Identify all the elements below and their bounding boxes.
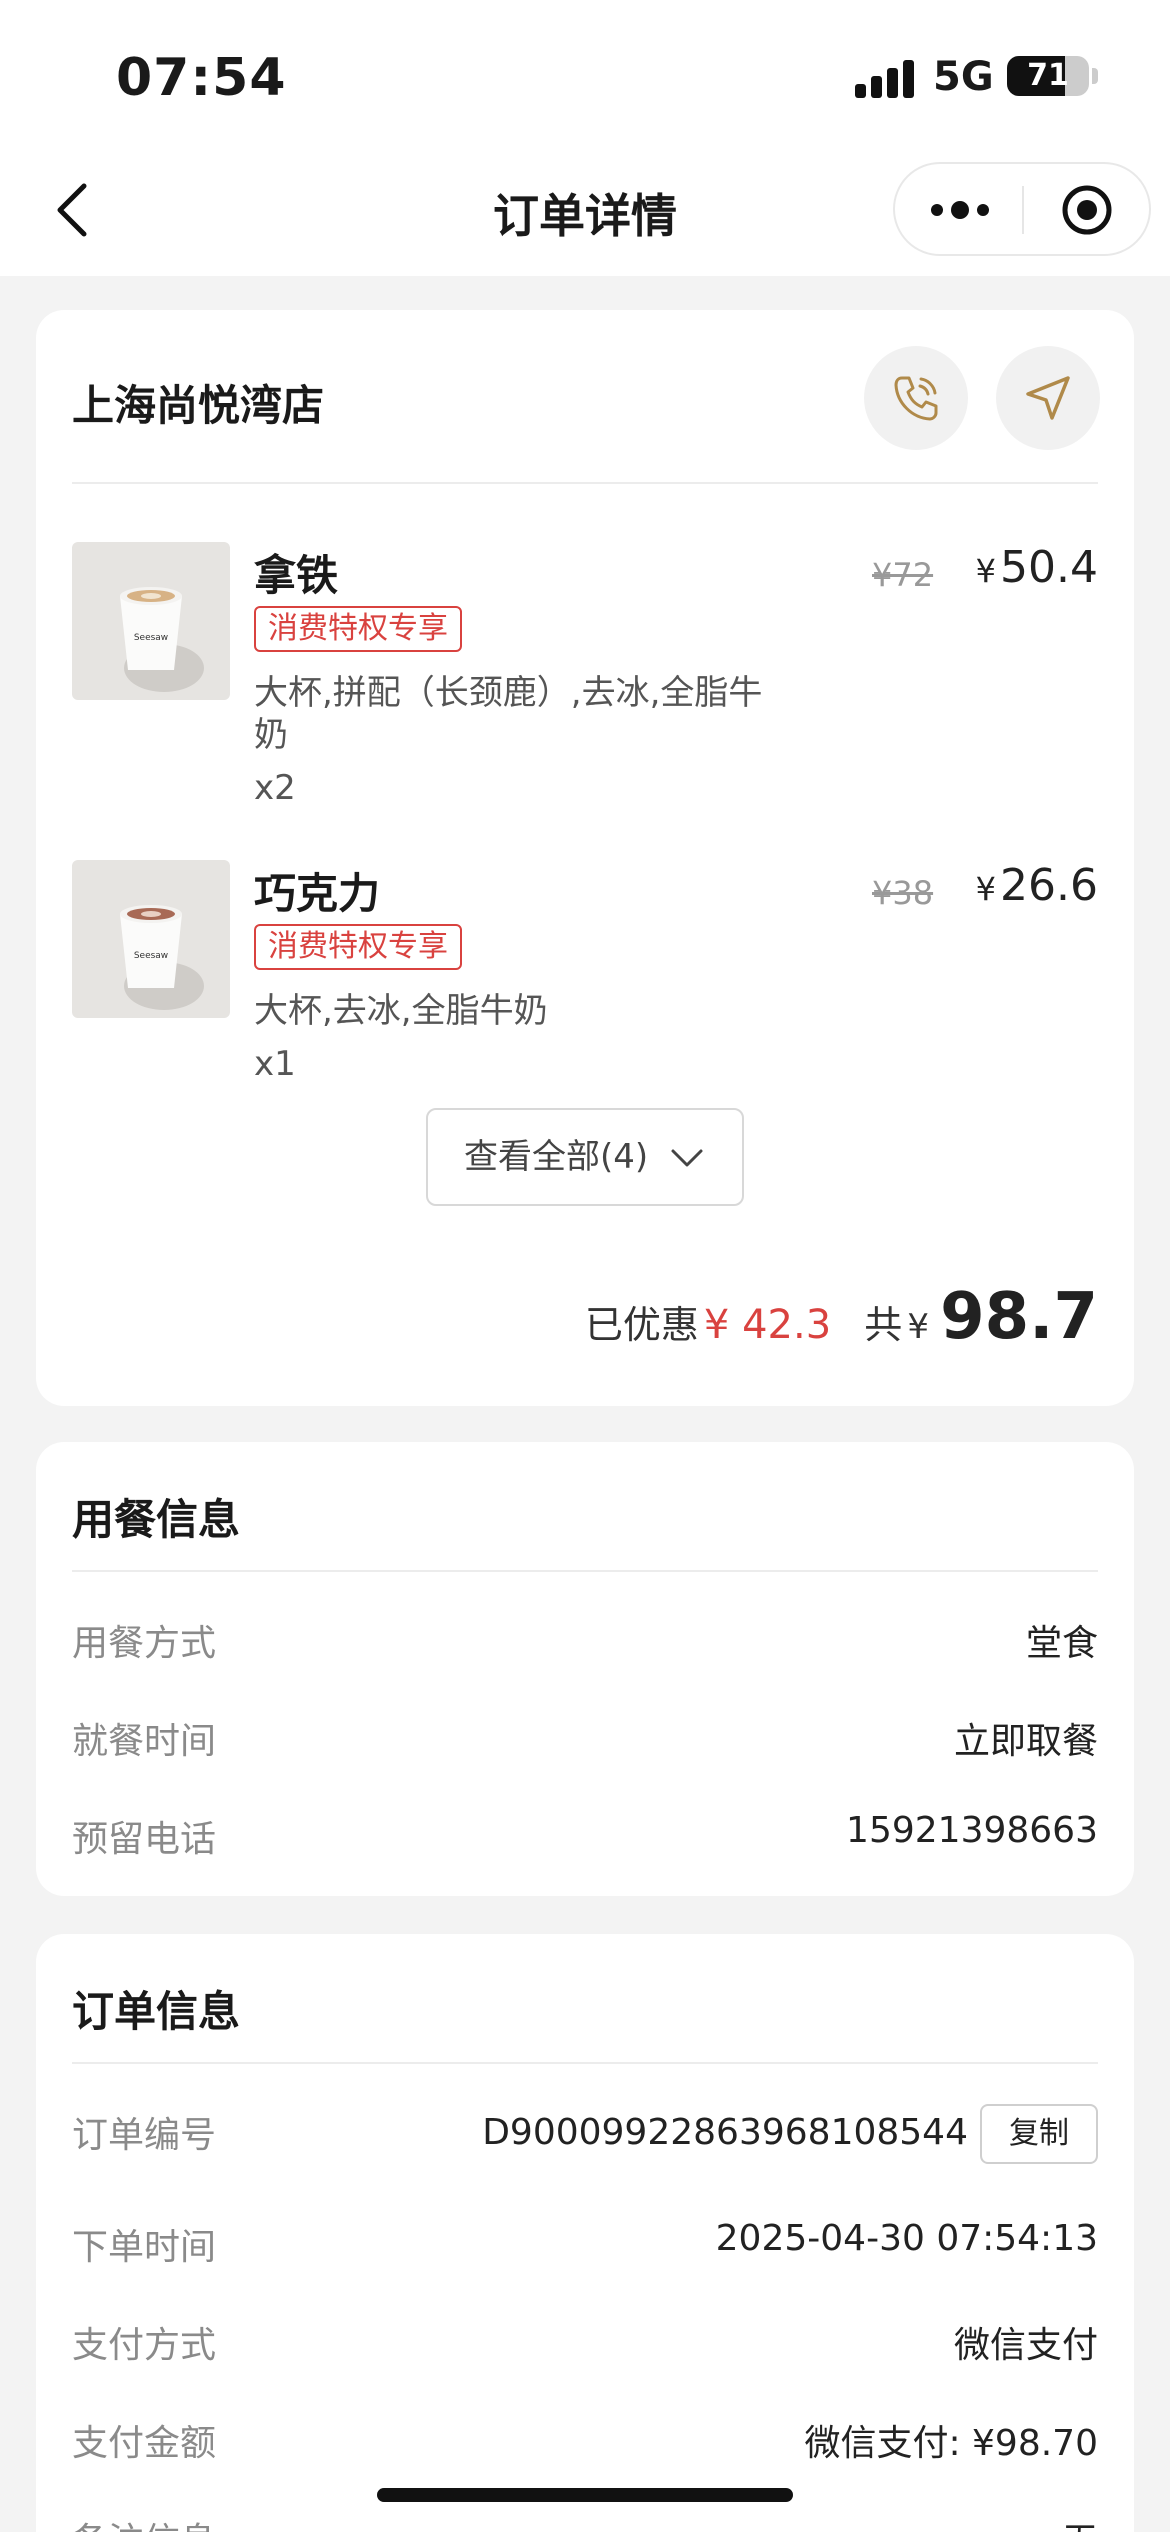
battery-icon: 71 <box>1007 56 1089 96</box>
product-qty: x1 <box>254 1044 296 1084</box>
call-store-button[interactable] <box>864 346 968 450</box>
product-price: ¥26.6 <box>976 860 1098 911</box>
total-label: 共 <box>864 1303 903 1347</box>
chevron-down-icon <box>671 1149 703 1167</box>
product-price: ¥50.4 <box>976 542 1098 593</box>
product-spec: 大杯,拼配（长颈鹿）,去冰,全脂牛奶 <box>254 673 763 755</box>
svg-text:Seesaw: Seesaw <box>134 633 168 643</box>
view-all-label: 查看全部(4) <box>464 1137 649 1177</box>
section-title: 订单信息 <box>72 1987 241 2036</box>
section-title: 用餐信息 <box>72 1495 241 1544</box>
product-spec: 大杯,去冰,全脂牛奶 <box>254 991 548 1031</box>
price-symbol: ¥ <box>975 870 997 908</box>
payment-amount-value: 微信支付: ¥98.70 <box>804 2423 1098 2464</box>
payment-method-value: 微信支付 <box>953 2325 1098 2366</box>
capsule-divider <box>1022 186 1024 234</box>
chocolate-cup-icon: Seesaw <box>120 905 204 1010</box>
order-number-value: D900099228639681085​44 <box>482 2112 968 2153</box>
product-image[interactable]: Seesaw <box>72 860 230 1018</box>
divider <box>72 2062 1098 2064</box>
target-icon[interactable] <box>1061 184 1113 236</box>
price-symbol: ¥ <box>975 552 997 590</box>
svg-text:Seesaw: Seesaw <box>134 951 168 961</box>
reserved-phone-value: 15921398663 <box>846 1810 1098 1851</box>
phone-icon <box>894 376 938 421</box>
nav-bar: 订单详情 <box>0 140 1170 276</box>
privilege-tag: 消费特权专享 <box>254 924 462 970</box>
product-name: 拿铁 <box>254 551 339 600</box>
home-indicator <box>377 2488 793 2502</box>
price-value: 50.4 <box>1000 542 1098 593</box>
battery-tip <box>1092 68 1098 84</box>
original-price: ¥72 <box>872 556 934 594</box>
discount-value: ¥ 42.3 <box>703 1302 832 1348</box>
order-time-value: 2025-04-30 07:54:13 <box>715 2218 1098 2259</box>
remark-label: 备注信息 <box>72 2512 216 2532</box>
remark-value: 无 <box>1062 2512 1098 2532</box>
reserved-phone-label: 预留电话 <box>72 1819 217 1860</box>
dining-time-value: 立即取餐 <box>953 1721 1098 1762</box>
total-symbol: ¥ <box>907 1307 929 1347</box>
navigate-store-button[interactable] <box>996 346 1100 450</box>
navigation-arrow-icon <box>1026 376 1070 420</box>
dining-method-label: 用餐方式 <box>72 1623 217 1664</box>
divider <box>72 482 1098 484</box>
product-image[interactable]: Seesaw <box>72 542 230 700</box>
order-number-label: 订单编号 <box>72 2115 217 2156</box>
privilege-tag: 消费特权专享 <box>254 606 462 652</box>
mini-program-capsule <box>893 162 1151 256</box>
product-name: 巧克力 <box>254 869 381 918</box>
status-time: 07:54 <box>116 48 287 108</box>
order-items-card: 上海尚悦湾店 Seesaw 拿铁 消费特权专享 大杯,拼配（长颈鹿）,去冰,全脂… <box>36 310 1134 1406</box>
original-price: ¥38 <box>872 874 934 912</box>
coffee-cup-icon: Seesaw <box>120 587 204 692</box>
payment-amount-label: 支付金额 <box>72 2423 217 2464</box>
payment-method-label: 支付方式 <box>72 2325 217 2366</box>
order-info-card: 订单信息 订单编号 D900099228639681085​44 复制 下单时间… <box>36 1934 1134 2532</box>
copy-button[interactable]: 复制 <box>980 2104 1098 2164</box>
price-value: 26.6 <box>1000 860 1098 911</box>
dining-time-label: 就餐时间 <box>72 1721 217 1762</box>
product-qty: x2 <box>254 768 296 808</box>
discount-label: 已优惠 <box>584 1303 699 1347</box>
more-dots-icon[interactable] <box>929 198 991 222</box>
network-type: 5G <box>933 54 994 100</box>
battery-percent: 71 <box>1027 58 1069 93</box>
order-summary: 已优惠 ¥ 42.3 共 ¥ 98.7 <box>585 1280 1098 1360</box>
status-bar: 07:54 5G 71 <box>0 0 1170 140</box>
signal-icon <box>855 58 915 98</box>
view-all-button[interactable]: 查看全部(4) <box>426 1108 744 1206</box>
order-time-label: 下单时间 <box>72 2227 217 2268</box>
dining-info-card: 用餐信息 用餐方式 堂食 就餐时间 立即取餐 预留电话 15921398663 <box>36 1442 1134 1896</box>
divider <box>72 1570 1098 1572</box>
store-name: 上海尚悦湾店 <box>72 381 325 430</box>
total-value: 98.7 <box>940 1280 1098 1354</box>
dining-method-value: 堂食 <box>1025 1623 1098 1664</box>
